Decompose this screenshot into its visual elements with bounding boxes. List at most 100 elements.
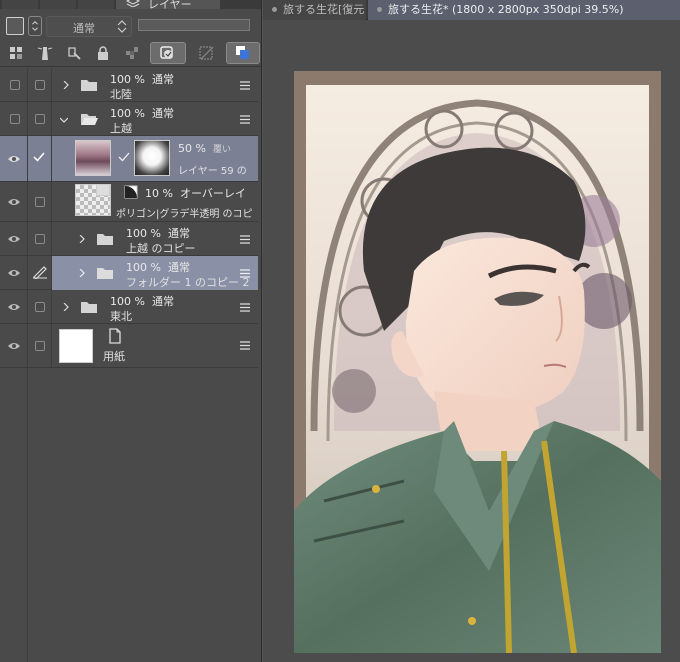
document-tab-active[interactable]: 旅する生花* (1800 x 2800px 350dpi 39.5%) <box>368 0 680 20</box>
layer-opacity: 100 % 通常 <box>126 227 190 240</box>
lock-icon <box>98 46 108 60</box>
layer-mode: 通常 <box>167 261 190 274</box>
layer-row-folder1-copy2[interactable]: 100 % 通常 フォルダー 1 のコピー 2 <box>0 256 258 290</box>
layer-color-button[interactable] <box>226 42 260 64</box>
paper-icon <box>109 328 121 344</box>
visibility-off-checkbox[interactable] <box>10 114 20 124</box>
layer-row-tohoku[interactable]: 100 % 通常 東北 <box>0 290 258 324</box>
panel-tab-navigator[interactable] <box>2 0 38 9</box>
layer-name: ポリゴン|グラデ半透明 のコピ <box>116 209 253 220</box>
layer-row-polygon[interactable]: 10 % オーバーレイ ポリゴン|グラデ半透明 のコピ <box>0 182 258 222</box>
layer-name: レイヤー 59 の <box>178 166 247 177</box>
select-checkbox[interactable] <box>35 341 45 351</box>
tab-dot-icon <box>377 7 382 12</box>
chevron-right-icon[interactable] <box>62 303 70 311</box>
layer-row-joetsu-copy[interactable]: 100 % 通常 上越 のコピー <box>0 222 258 256</box>
clip-icon <box>160 46 173 59</box>
layers-icon <box>126 0 140 7</box>
mask-icon <box>199 46 214 60</box>
eye-icon[interactable] <box>7 197 21 207</box>
illustration-image <box>294 71 661 653</box>
layer-name: フォルダー 1 のコピー 2 <box>126 276 250 289</box>
folder-icon <box>81 302 97 313</box>
layer-mode: 通常 <box>151 73 174 86</box>
select-checkbox[interactable] <box>35 302 45 312</box>
canvas-area[interactable]: 旅する生花[復元 旅する生花* (1800 x 2800px 350dpi 39… <box>263 0 680 662</box>
layer-opacity: 10 % オーバーレイ <box>145 187 246 200</box>
layer-name: 東北 <box>110 310 132 323</box>
check-icon[interactable] <box>33 152 45 162</box>
canvas-artwork[interactable] <box>294 71 661 653</box>
grid-icon <box>10 47 22 59</box>
mask-layer-button[interactable] <box>192 42 222 64</box>
folder-open-icon <box>81 114 98 125</box>
blend-row: 通常 <box>0 13 261 39</box>
chevron-right-icon[interactable] <box>78 235 86 243</box>
tab-dot-icon <box>272 7 277 12</box>
layer-name: 北陸 <box>110 88 132 101</box>
palette-color-button[interactable] <box>5 42 27 64</box>
select-checkbox[interactable] <box>35 197 45 207</box>
layer-tab-label: レイヤー <box>148 0 192 11</box>
eye-icon[interactable] <box>7 268 21 278</box>
stepper-icon[interactable] <box>28 16 42 36</box>
blend-mode-value: 通常 <box>73 22 95 35</box>
eye-icon[interactable] <box>7 341 21 351</box>
layer-opacity: 100 % 通常 <box>110 107 174 120</box>
layer-color-icon <box>236 46 249 59</box>
layer-mode: 通常 <box>151 295 174 308</box>
eye-icon[interactable] <box>7 302 21 312</box>
draft-layer-button[interactable] <box>63 42 85 64</box>
layer-panel: レイヤー 通常 100 % 通常 北陸 100 % 通常 上越 50 % 覆い … <box>0 0 262 662</box>
document-tab-restored[interactable]: 旅する生花[復元 <box>263 0 366 20</box>
layer-row-layer59[interactable]: 50 % 覆い レイヤー 59 の <box>0 136 258 182</box>
document-tabbar: 旅する生花[復元 旅する生花* (1800 x 2800px 350dpi 39… <box>263 0 680 20</box>
draft-icon <box>68 47 81 60</box>
layer-mode: 通常 <box>151 107 174 120</box>
layer-mask-thumbnail <box>134 140 170 176</box>
eye-icon[interactable] <box>7 234 21 244</box>
layer-opacity: 100 % 通常 <box>126 261 190 274</box>
lighthouse-icon <box>37 47 53 60</box>
menu-icon[interactable] <box>240 341 250 350</box>
layer-thumbnail <box>75 140 111 176</box>
layer-name: 上越 のコピー <box>126 242 196 255</box>
reference-layer-button[interactable] <box>34 42 56 64</box>
layer-row-paper[interactable]: 用紙 <box>0 324 258 368</box>
blend-mode-select[interactable]: 通常 <box>46 16 132 37</box>
layer-row-hokuriku[interactable]: 100 % 通常 北陸 <box>0 68 258 102</box>
menu-icon[interactable] <box>240 115 250 124</box>
panel-tab-subview[interactable] <box>40 0 76 9</box>
gradient-layer-icon <box>124 185 138 199</box>
menu-icon[interactable] <box>240 235 250 244</box>
chevron-right-icon[interactable] <box>62 81 70 89</box>
folder-icon <box>81 80 97 91</box>
opacity-slider[interactable] <box>138 19 250 31</box>
eye-icon[interactable] <box>7 154 21 164</box>
layer-name: 上越 <box>110 122 132 135</box>
lock-layer-button[interactable] <box>92 42 114 64</box>
select-checkbox[interactable] <box>35 114 45 124</box>
folder-icon <box>97 234 113 245</box>
layer-row-joetsu[interactable]: 100 % 通常 上越 <box>0 102 258 136</box>
layer-list-empty-area <box>0 368 258 662</box>
menu-icon[interactable] <box>240 81 250 90</box>
visibility-off-checkbox[interactable] <box>10 80 20 90</box>
select-checkbox[interactable] <box>35 80 45 90</box>
clip-to-layer-below-button[interactable] <box>150 42 186 64</box>
clip-studio-window: レイヤー 通常 100 % 通常 北陸 100 % 通常 上越 50 % 覆い … <box>0 0 680 662</box>
select-checkbox[interactable] <box>35 234 45 244</box>
menu-icon[interactable] <box>240 303 250 312</box>
menu-icon[interactable] <box>240 269 250 278</box>
layer-opacity: 100 % 通常 <box>110 73 174 86</box>
folder-icon <box>97 268 113 279</box>
layer-toolbar <box>0 39 261 67</box>
layer-color-chip[interactable] <box>6 17 24 35</box>
chevron-right-icon[interactable] <box>78 269 86 277</box>
panel-tab-property[interactable] <box>78 0 114 9</box>
lock-transparency-button[interactable] <box>121 42 143 64</box>
vector-badge-icon <box>96 184 110 196</box>
layer-mode: 覆い <box>212 145 231 155</box>
chevron-down-icon[interactable] <box>60 116 68 124</box>
panel-tab-layer[interactable]: レイヤー <box>116 0 220 11</box>
